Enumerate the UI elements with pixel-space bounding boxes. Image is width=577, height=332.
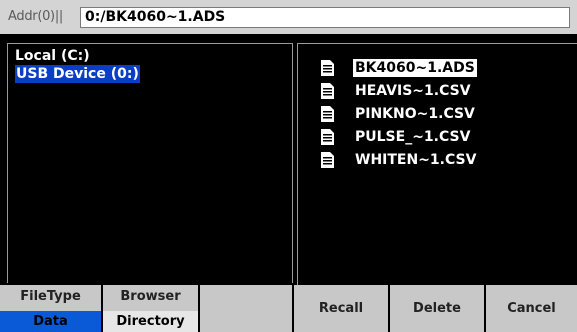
delete-button[interactable]: Delete [390,285,486,332]
file-name: PULSE_~1.CSV [355,129,471,145]
cancel-button[interactable]: Cancel [486,285,577,332]
document-icon [321,83,334,99]
recall-label: Recall [318,301,364,316]
file-name: PINKNO~1.CSV [355,106,475,122]
file-list-panel: BK4060~1.ADS HEAVIS~1.CSV PINKNO~1.CSV P… [297,43,577,285]
directory-panel: Local (C:) USB Device (0:) [7,43,293,283]
file-item[interactable]: PINKNO~1.CSV [320,104,570,124]
file-item[interactable]: BK4060~1.ADS [320,58,570,78]
file-name: BK4060~1.ADS [353,59,477,77]
filetype-value: Data [0,311,101,332]
browser-title: Browser [120,289,181,304]
address-value: 0:/BK4060~1.ADS [85,9,226,25]
document-icon [321,106,334,122]
browser-value: Directory [103,311,198,332]
file-item[interactable]: WHITEN~1.CSV [320,150,570,170]
delete-label: Delete [413,301,461,316]
filetype-title: FileType [20,289,81,304]
file-name: WHITEN~1.CSV [355,152,477,168]
file-item[interactable]: PULSE_~1.CSV [320,127,570,147]
drive-usb[interactable]: USB Device (0:) [15,65,140,83]
address-field[interactable]: 0:/BK4060~1.ADS [80,7,570,28]
file-browser: Local (C:) USB Device (0:) BK4060~1.ADS … [0,34,577,285]
drive-local[interactable]: Local (C:) [15,47,90,65]
browser-softkey[interactable]: Browser Directory [103,285,200,332]
cancel-label: Cancel [507,301,556,316]
file-item[interactable]: HEAVIS~1.CSV [320,81,570,101]
file-name: HEAVIS~1.CSV [355,83,471,99]
document-icon [321,129,334,145]
address-bar: Addr(0)|| 0:/BK4060~1.ADS [0,0,577,34]
filetype-softkey[interactable]: FileType Data [0,285,103,332]
softkey-bar: FileType Data Browser Directory Recall D… [0,285,577,332]
document-icon [321,60,334,76]
document-icon [321,152,334,168]
address-label: Addr(0)|| [8,9,63,24]
blank-softkey[interactable] [200,285,294,332]
recall-button[interactable]: Recall [294,285,390,332]
